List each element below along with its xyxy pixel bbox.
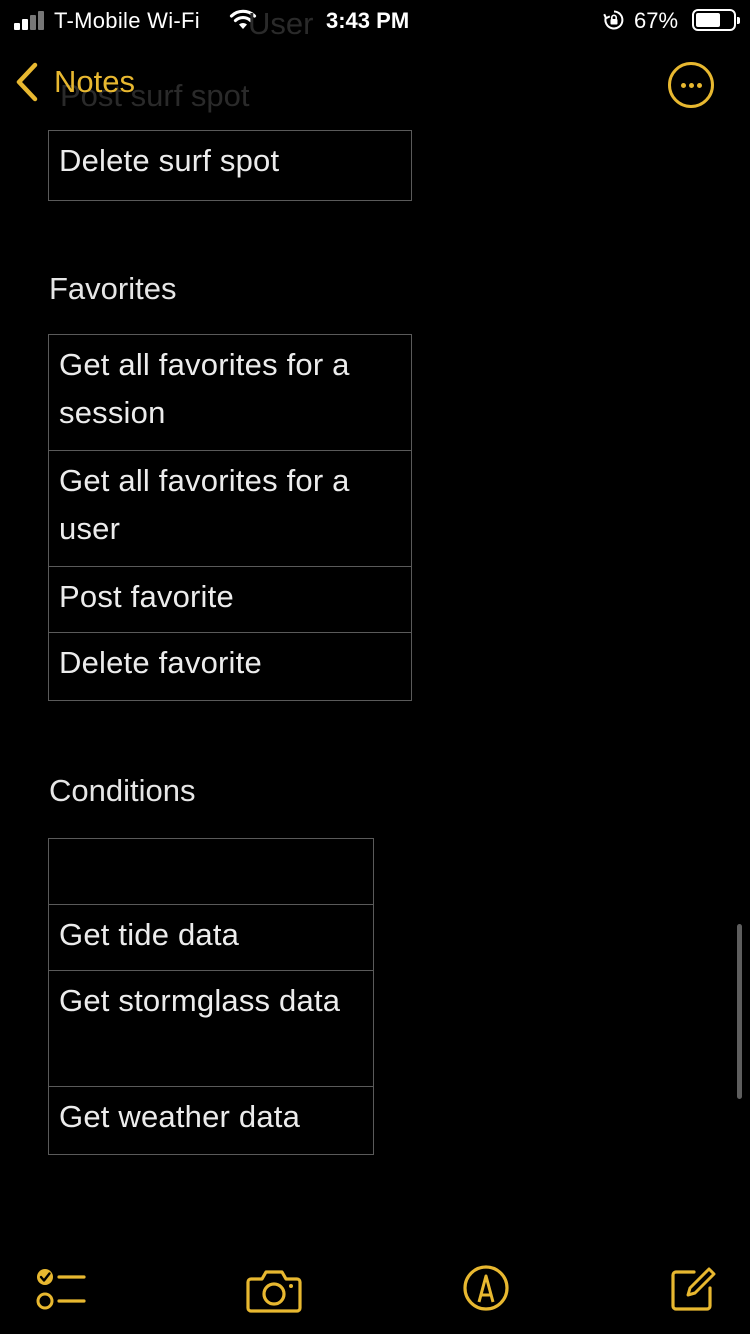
table-row: Get all favorites for a session bbox=[48, 334, 412, 451]
table-row: Get all favorites for a user bbox=[48, 450, 412, 567]
chevron-left-icon bbox=[16, 62, 38, 102]
checklist-button[interactable] bbox=[34, 1264, 88, 1319]
ghost-text-user: User bbox=[248, 6, 314, 41]
favorites-table: Get all favorites for a session Get all … bbox=[48, 334, 412, 701]
table-cell[interactable]: Get weather data bbox=[48, 1086, 374, 1155]
carrier-name: T-Mobile Wi-Fi bbox=[54, 8, 200, 33]
conditions-table: Get tide data Get stormglass data Get we… bbox=[48, 838, 374, 1155]
conditions-heading: Conditions bbox=[49, 773, 196, 808]
table-cell[interactable]: Get all favorites for a user bbox=[48, 450, 412, 567]
table-row bbox=[48, 838, 374, 905]
back-button[interactable]: Notes bbox=[14, 62, 135, 102]
table-row: Post favorite bbox=[48, 566, 412, 633]
battery-percent: 67% bbox=[634, 8, 679, 33]
table-cell[interactable]: Get all favorites for a session bbox=[48, 334, 412, 451]
battery-icon bbox=[692, 9, 740, 31]
clock: 3:43 PM bbox=[326, 8, 410, 33]
favorites-heading: Favorites bbox=[49, 271, 177, 306]
camera-button[interactable] bbox=[246, 1268, 302, 1319]
camera-icon bbox=[246, 1270, 302, 1313]
markup-button[interactable] bbox=[462, 1264, 510, 1317]
checklist-icon bbox=[36, 1269, 86, 1310]
table-row: Delete surf spot bbox=[48, 130, 412, 201]
markup-icon bbox=[463, 1265, 509, 1311]
cellular-signal-icon bbox=[14, 10, 48, 30]
status-bar: T-Mobile Wi-Fi 3:43 PM 67% bbox=[0, 0, 750, 42]
table-row: Get tide data bbox=[48, 904, 374, 971]
table-cell[interactable]: Delete favorite bbox=[48, 632, 412, 701]
table-cell[interactable]: Delete surf spot bbox=[48, 130, 412, 201]
compose-button[interactable] bbox=[670, 1266, 716, 1317]
compose-icon bbox=[671, 1267, 716, 1311]
table-cell[interactable]: Get stormglass data bbox=[48, 970, 374, 1087]
more-options-button[interactable] bbox=[668, 62, 714, 108]
table-row: Get weather data bbox=[48, 1086, 374, 1155]
table-row: Delete favorite bbox=[48, 632, 412, 701]
table-cell[interactable] bbox=[48, 838, 374, 905]
scroll-indicator[interactable] bbox=[737, 924, 742, 1099]
table-cell[interactable]: Post favorite bbox=[48, 566, 412, 633]
table-row: Get stormglass data bbox=[48, 970, 374, 1087]
surf-spots-table: Delete surf spot bbox=[48, 130, 412, 201]
orientation-lock-icon bbox=[603, 9, 625, 37]
battery-fill bbox=[696, 13, 720, 27]
back-button-label: Notes bbox=[54, 64, 135, 99]
table-cell[interactable]: Get tide data bbox=[48, 904, 374, 971]
